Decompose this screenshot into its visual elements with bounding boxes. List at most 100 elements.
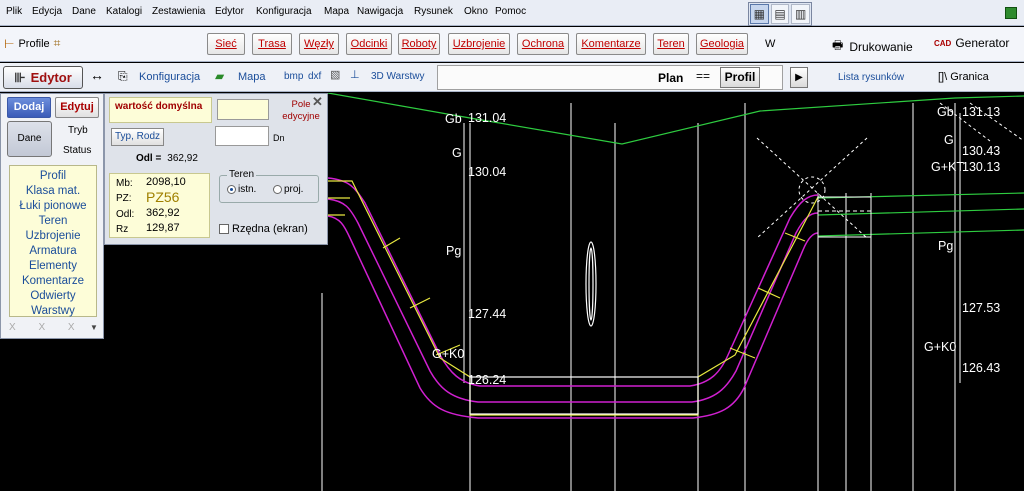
checkbox-box <box>219 224 229 234</box>
profile-icon: ⊢ <box>4 36 15 51</box>
menu-zestawienia[interactable]: Zestawienia <box>152 6 205 17</box>
label-gk0-right: G+K0 <box>924 340 957 354</box>
trasa-button[interactable]: Trasa <box>252 33 292 55</box>
default-value-label: wartość domyślna <box>109 97 212 123</box>
menu-katalogi[interactable]: Katalogi <box>106 6 142 17</box>
granica-link[interactable]: []\ Granica <box>938 71 989 83</box>
list-item-elementy[interactable]: Elementy <box>10 259 96 274</box>
bmp-link[interactable]: bmp <box>284 71 303 82</box>
label-pg-left: Pg <box>446 244 462 258</box>
list-item-uzbrojenie[interactable]: Uzbrojenie <box>10 229 96 244</box>
generator-button[interactable]: CAD Generator <box>934 36 1009 50</box>
status-label: Status <box>63 145 92 156</box>
lista-rysunkow-link[interactable]: Lista rysunków <box>838 72 904 83</box>
uzbrojenie-button[interactable]: Uzbrojenie <box>448 33 510 55</box>
mapa-link[interactable]: Mapa <box>238 71 266 83</box>
rzedna-checkbox[interactable]: Rzędna (ekran) <box>219 223 308 235</box>
radio-proj[interactable]: proj. <box>273 184 303 195</box>
module-toolbar: ⊢ Profile ⌗ Sieć Trasa Węzły Odcinki Rob… <box>0 27 1024 62</box>
typ-rodz-button[interactable]: Typ, Rodz <box>111 128 164 146</box>
list-item-komentarze[interactable]: Komentarze <box>10 274 96 289</box>
list-item-luki-pionowe[interactable]: Łuki pionowe <box>10 199 96 214</box>
siec-button[interactable]: Sieć <box>207 33 245 55</box>
menu-dane[interactable]: Dane <box>72 6 96 17</box>
profil-button[interactable]: Profil <box>720 67 760 88</box>
editor-toolbar: ⊪ Edytor ↔ ⎘ Konfiguracja ▰ Mapa bmp dxf… <box>0 63 1024 92</box>
menu-plik[interactable]: Plik <box>6 6 22 17</box>
ground-line <box>327 92 1024 145</box>
odl-key: Odl: <box>116 209 135 220</box>
menu-mapa[interactable]: Mapa <box>324 6 349 17</box>
print-button[interactable]: 🖶 Drukowanie <box>832 36 913 57</box>
radio-istn[interactable]: istn. <box>227 184 256 195</box>
menu-edytor[interactable]: Edytor <box>215 6 244 17</box>
menu-nawigacja[interactable]: Nawigacja <box>357 6 403 17</box>
radio-dot-istn <box>227 185 236 194</box>
element-properties-panel: wartość domyślna Pole edycyjne ✕ Typ, Ro… <box>104 93 328 245</box>
dodaj-button[interactable]: Dodaj <box>7 97 51 118</box>
close-icon[interactable]: ✕ <box>312 94 323 110</box>
value-127-53: 127.53 <box>962 301 1001 315</box>
plan-label[interactable]: Plan <box>658 71 683 85</box>
pz-value: PZ56 <box>146 189 180 205</box>
view-mode-buttons: ▦ ▤ ▥ <box>748 2 812 26</box>
dane-button[interactable]: Dane <box>7 121 52 157</box>
odcinki-button[interactable]: Odcinki <box>346 33 392 55</box>
dn-input[interactable] <box>215 126 269 146</box>
dxf-link[interactable]: dxf <box>308 71 321 82</box>
menu-konfiguracja[interactable]: Konfiguracja <box>256 6 312 17</box>
komentarze-button[interactable]: Komentarze <box>576 33 646 55</box>
odl-label: Odl = <box>136 153 162 164</box>
axes-icon[interactable]: ⊥ <box>350 68 360 81</box>
list-item-teren[interactable]: Teren <box>10 214 96 229</box>
label-pg-right: Pg <box>938 239 954 253</box>
menu-okno[interactable]: Okno <box>464 6 488 17</box>
grid-icon: ⌗ <box>53 36 61 50</box>
proj-label: proj. <box>284 184 304 195</box>
list-item-warstwy[interactable]: Warstwy <box>10 304 96 319</box>
list-item-armatura[interactable]: Armatura <box>10 244 96 259</box>
value-130-13: 130.13 <box>962 160 1001 174</box>
menu-edycja[interactable]: Edycja <box>32 6 62 17</box>
list-view-icon[interactable]: ▤ <box>770 4 790 24</box>
profile-tab[interactable]: ⊢ Profile ⌗ <box>4 36 60 51</box>
grid-view-icon[interactable]: ▦ <box>750 4 769 24</box>
roboty-button[interactable]: Roboty <box>398 33 440 55</box>
equal-icon: == <box>696 69 711 83</box>
rz-key: Rz <box>116 224 129 235</box>
cad-icon: CAD <box>934 38 952 48</box>
label-gb-left: Gb <box>445 112 462 126</box>
double-arrow-icon[interactable]: ↔ <box>90 67 104 83</box>
chevron-down-icon[interactable]: ▼ <box>90 323 98 332</box>
map-icon: ▰ <box>215 69 225 83</box>
odl-value-2: 362,92 <box>146 207 180 219</box>
table-view-icon[interactable]: ▥ <box>791 4 811 24</box>
hatch-icon[interactable]: ▧ <box>330 68 340 81</box>
value-130-43: 130.43 <box>962 144 1001 158</box>
mb-key: Mb: <box>116 178 133 189</box>
konfiguracja-link[interactable]: Konfiguracja <box>139 71 200 83</box>
default-value-input[interactable] <box>217 99 269 120</box>
pz-key: PZ: <box>116 193 132 204</box>
panel-bottom-marks: X X X <box>9 322 85 333</box>
editor-button[interactable]: ⊪ Edytor <box>3 66 83 89</box>
next-arrow-button[interactable]: ▶ <box>790 67 808 88</box>
ochrona-button[interactable]: Ochrona <box>517 33 569 55</box>
rz-value: 129,87 <box>146 222 180 234</box>
label-gk0-left: G+K0 <box>432 347 465 361</box>
save-icon[interactable] <box>1005 7 1017 19</box>
menu-pomoc[interactable]: Pomoc <box>495 6 526 17</box>
edytuj-button[interactable]: Edytuj <box>55 97 99 118</box>
teren-button[interactable]: Teren <box>653 33 689 55</box>
menu-rysunek[interactable]: Rysunek <box>414 6 453 17</box>
list-item-profil[interactable]: Profil <box>10 169 96 184</box>
geologia-button[interactable]: Geologia <box>696 33 748 55</box>
list-item-odwierty[interactable]: Odwierty <box>10 289 96 304</box>
warstwy-link[interactable]: 3D Warstwy <box>371 71 425 82</box>
value-131-04: 131.04 <box>468 111 507 125</box>
tryb-label: Tryb <box>68 125 88 136</box>
list-item-klasa-mat[interactable]: Klasa mat. <box>10 184 96 199</box>
config-icon: ⎘ <box>118 69 128 83</box>
wezly-button[interactable]: Węzły <box>299 33 339 55</box>
ruler-icon: ⊪ <box>14 69 26 85</box>
